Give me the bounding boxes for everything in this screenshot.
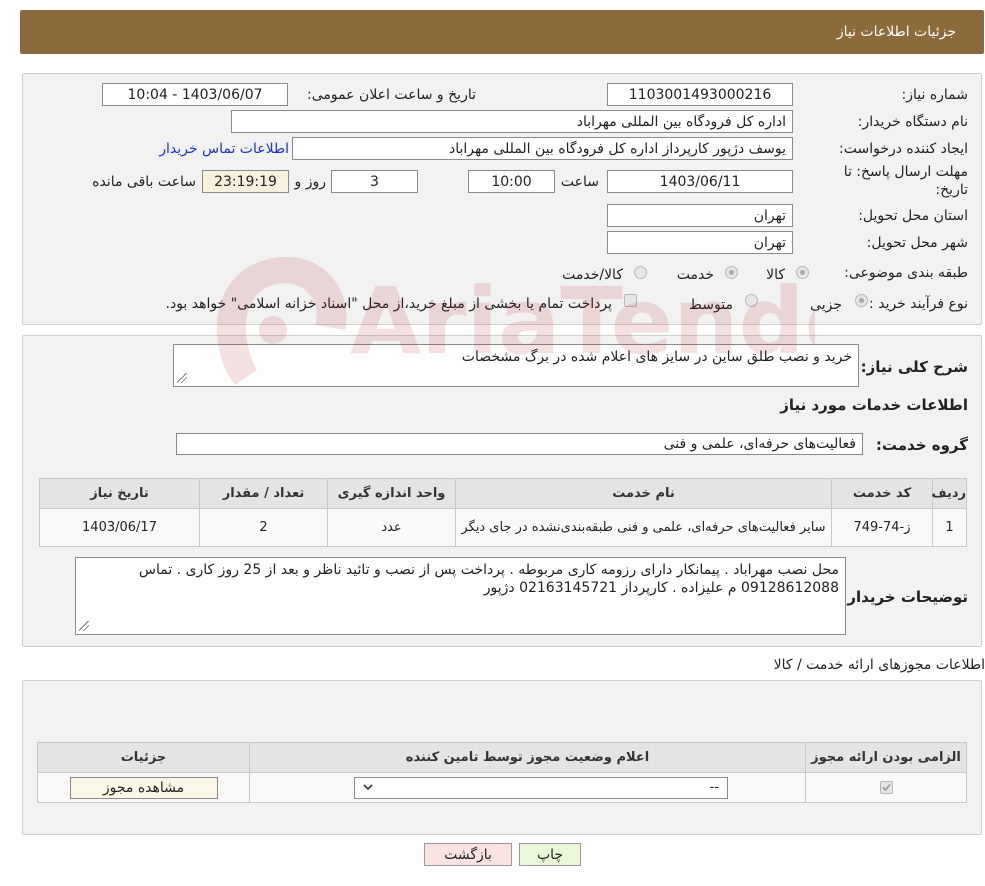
city-field: تهران [607,231,793,254]
category-radio-service[interactable] [725,266,738,279]
permits-title: اطلاعات مجوزهای ارائه خدمت / کالا [773,657,985,673]
deadline-date-field: 1403/06/11 [607,170,793,193]
category-option-goods: کالا [766,267,785,283]
cell-permit-status: -- [249,772,806,803]
creator-field: یوسف دژپور کارپرداز اداره کل فرودگاه بین… [292,137,793,160]
buyer-notes-text: محل نصب مهراباد . پیمانکار دارای رزومه ک… [138,562,839,596]
col-permit-required: الزامی بودن ارائه مجوز [805,742,967,773]
cell-permit-required [805,772,967,803]
days-field: 3 [331,170,418,193]
service-group-label: گروه خدمت: [875,436,968,454]
remaining-label: ساعت باقی مانده [92,174,196,190]
cell-row: 1 [932,508,967,547]
treasury-payment-checkbox[interactable] [624,294,637,307]
summary-text: خرید و نصب طلق ساین در سایز های اعلام شد… [461,349,852,365]
need-number-field: 1103001493000216 [607,83,793,106]
category-option-goods-service: کالا/خدمت [562,267,623,283]
announce-label: تاریخ و ساعت اعلان عمومی: [307,87,476,103]
services-table-wrap: ردیف کد خدمت نام خدمت واحد اندازه گیری ت… [39,478,967,547]
cell-service-code: ز-74-749 [831,508,933,547]
cell-permit-details: مشاهده مجوز [37,772,250,803]
buyer-org-field: اداره کل فرودگاه بین المللی مهراباد [231,110,793,133]
process-radio-minor[interactable] [855,294,868,307]
province-label: استان محل تحویل: [858,208,968,224]
deadline-time-field: 10:00 [468,170,555,193]
permit-status-value: -- [709,779,719,795]
permit-status-select[interactable]: -- [354,776,728,799]
page-header: جزئیات اطلاعات نیاز [20,10,984,54]
chevron-down-icon [363,780,373,796]
deadline-label: مهلت ارسال پاسخ: تا تاریخ: [843,164,968,198]
summary-textarea[interactable]: خرید و نصب طلق ساین در سایز های اعلام شد… [173,344,859,387]
resize-grip-icon[interactable] [177,373,187,383]
creator-label: ایجاد کننده درخواست: [839,141,968,157]
category-option-service: خدمت [676,267,714,283]
province-field: تهران [607,204,793,227]
services-section-title: اطلاعات خدمات مورد نیاز [780,396,968,414]
city-label: شهر محل تحویل: [866,235,968,251]
service-group-field: فعالیت‌های حرفه‌ای، علمی و فنی [176,433,863,455]
buyer-notes-label: توضیحات خریدار: [841,588,968,606]
print-button[interactable]: چاپ [519,843,581,866]
permit-required-checkbox [879,780,893,794]
cell-quantity: 2 [199,508,328,547]
services-table: ردیف کد خدمت نام خدمت واحد اندازه گیری ت… [39,478,967,547]
buyer-notes-textarea[interactable]: محل نصب مهراباد . پیمانکار دارای رزومه ک… [75,557,846,635]
permits-table: الزامی بودن ارائه مجوز اعلام وضعیت مجوز … [37,742,967,803]
buyer-contact-link[interactable]: اطلاعات تماس خریدار [159,141,289,157]
process-option-minor: جزیی [810,297,842,313]
days-label: روز و [294,174,327,190]
view-permit-button[interactable]: مشاهده مجوز [69,776,218,799]
resize-grip-icon[interactable] [79,621,89,631]
page-title: جزئیات اطلاعات نیاز [836,24,956,40]
back-button[interactable]: بازگشت [424,843,512,866]
col-permit-details: جزئیات [37,742,250,773]
remaining-time-field: 23:19:19 [202,170,289,193]
category-radio-goods[interactable] [796,266,809,279]
process-label: نوع فرآیند خرید : [869,296,968,312]
permits-table-header: الزامی بودن ارائه مجوز اعلام وضعیت مجوز … [37,742,967,773]
category-label: طبقه بندی موضوعی: [844,265,968,281]
time-label: ساعت [560,174,599,190]
col-quantity: تعداد / مقدار [199,478,328,509]
col-service-name: نام خدمت [455,478,832,509]
category-radio-goods-service[interactable] [634,266,647,279]
cell-unit: عدد [327,508,456,547]
treasury-payment-note: پرداخت تمام یا بخشی از مبلغ خرید،از محل … [165,296,612,312]
summary-label: شرح کلی نیاز: [860,358,968,376]
services-table-header: ردیف کد خدمت نام خدمت واحد اندازه گیری ت… [39,478,967,509]
table-row: 1 ز-74-749 سایر فعالیت‌های حرفه‌ای، علمی… [39,508,967,547]
need-number-label: شماره نیاز: [901,87,969,103]
col-permit-status: اعلام وضعیت مجوز توسط تامین کننده [249,742,806,773]
col-service-code: کد خدمت [831,478,933,509]
col-row: ردیف [931,478,967,509]
buyer-org-label: نام دستگاه خریدار: [857,114,968,130]
permits-table-wrap: الزامی بودن ارائه مجوز اعلام وضعیت مجوز … [37,742,967,803]
cell-need-date: 1403/06/17 [39,508,200,547]
cell-service-name: سایر فعالیت‌های حرفه‌ای، علمی و فنی طبقه… [455,508,832,547]
announce-field: 1403/06/07 - 10:04 [102,83,288,106]
table-row: -- مشاهده مجوز [37,772,967,803]
col-need-date: تاریخ نیاز [39,478,200,509]
process-radio-medium[interactable] [745,294,758,307]
process-option-medium: متوسط [689,297,733,313]
col-unit: واحد اندازه گیری [327,478,456,509]
